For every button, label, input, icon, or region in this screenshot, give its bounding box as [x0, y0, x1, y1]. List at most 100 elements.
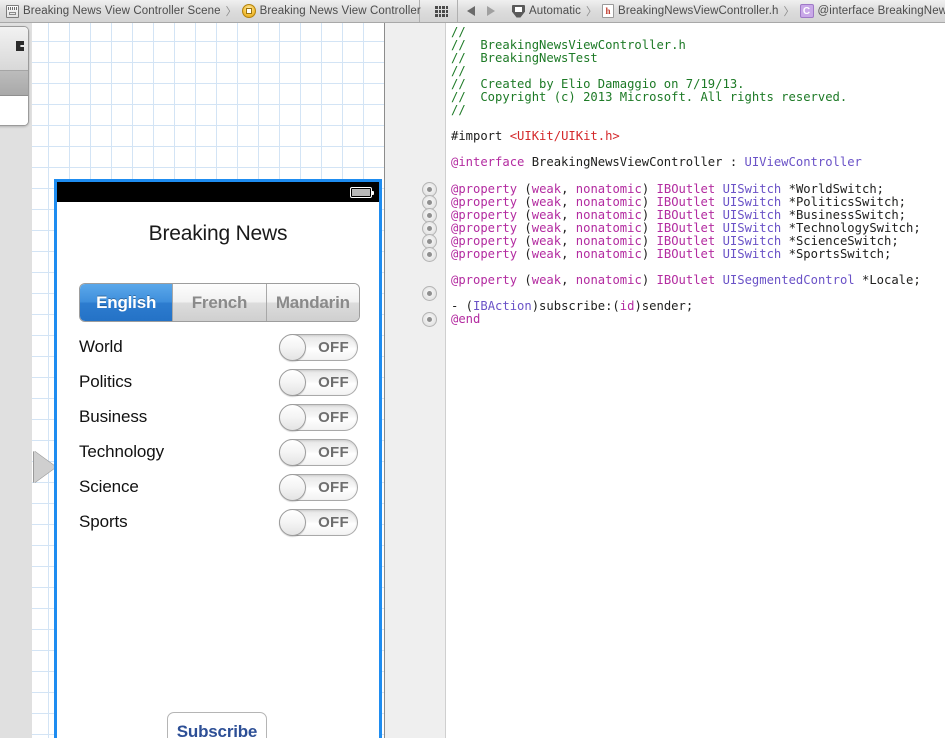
- switch-state-label: OFF: [318, 444, 349, 461]
- code-token: nonatomic: [576, 273, 642, 287]
- switch-row: Science OFF: [57, 474, 379, 509]
- code-token: *TechnologySwitch;: [781, 221, 920, 235]
- code-token: IBOutlet: [657, 208, 716, 222]
- code-token: *PoliticsSwitch;: [781, 195, 906, 209]
- scene-icon: [6, 5, 19, 18]
- jump-bar: Breaking News View Controller Scene 〉 Br…: [0, 0, 945, 23]
- code-token: @property: [451, 221, 517, 235]
- politics-switch[interactable]: OFF: [279, 369, 358, 396]
- code-token: //: [451, 25, 466, 39]
- disclosure-triangle-icon[interactable]: [34, 451, 56, 483]
- code-token: // Copyright (c) 2013 Microsoft. All rig…: [451, 90, 847, 104]
- segment-mandarin[interactable]: Mandarin: [266, 284, 359, 321]
- code-token: UISwitch: [723, 247, 782, 261]
- source-code-editor[interactable]: //// BreakingNewsViewController.h// Brea…: [446, 23, 945, 738]
- connection-marker-icon[interactable]: [422, 286, 437, 301]
- code-token: [715, 234, 722, 248]
- code-token: ): [642, 247, 657, 261]
- code-token: )sender;: [634, 299, 693, 313]
- editor-gutter: [415, 23, 446, 738]
- breadcrumb-scene-label: Breaking News View Controller Scene: [23, 5, 221, 17]
- code-line: // BreakingNewsTest: [451, 52, 945, 65]
- forward-arrow-icon[interactable]: [487, 6, 495, 16]
- code-line: #import <UIKit/UIKit.h>: [451, 130, 945, 143]
- breadcrumb-header-file-label: BreakingNewsViewController.h: [618, 5, 778, 17]
- code-token: [715, 247, 722, 261]
- interface-builder-canvas[interactable]: Breaking News English French Mandarin Wo…: [32, 23, 415, 738]
- code-token: (: [517, 234, 532, 248]
- code-line: @end: [451, 313, 945, 326]
- code-line: // Copyright (c) 2013 Microsoft. All rig…: [451, 91, 945, 104]
- code-line: @property (weak, nonatomic) IBOutlet UIS…: [451, 274, 945, 287]
- code-token: *BusinessSwitch;: [781, 208, 906, 222]
- breadcrumb-class-label: @interface BreakingNewsV: [818, 5, 945, 17]
- code-token: UISwitch: [723, 182, 782, 196]
- breadcrumb-separator: 〉: [226, 3, 237, 19]
- assistant-grid-icon[interactable]: [435, 6, 448, 17]
- connection-marker-icon[interactable]: [422, 312, 437, 327]
- switch-row-label: Technology: [79, 442, 164, 462]
- xcode-window: Breaking News View Controller Scene 〉 Br…: [0, 0, 945, 738]
- switch-row: Business OFF: [57, 404, 379, 439]
- back-arrow-icon[interactable]: [467, 6, 475, 16]
- code-token: ,: [561, 208, 576, 222]
- navigator-strip: [0, 23, 32, 738]
- code-token: (: [517, 247, 532, 261]
- code-token: //: [451, 103, 466, 117]
- code-line: @property (weak, nonatomic) IBOutlet UIS…: [451, 248, 945, 261]
- code-token: <UIKit/UIKit.h>: [510, 129, 620, 143]
- iphone-view-preview[interactable]: Breaking News English French Mandarin Wo…: [54, 179, 382, 738]
- status-bar: [57, 182, 379, 202]
- switch-row-label: Sports: [79, 512, 128, 532]
- code-token: nonatomic: [576, 208, 642, 222]
- world-switch[interactable]: OFF: [279, 334, 358, 361]
- breadcrumb-view-controller[interactable]: Breaking News View Controller: [242, 0, 421, 23]
- code-token: [715, 195, 722, 209]
- switch-row-label: World: [79, 337, 123, 357]
- code-token: (: [517, 195, 532, 209]
- code-token: UISwitch: [723, 234, 782, 248]
- switch-knob: [279, 509, 306, 536]
- code-token: [715, 273, 722, 287]
- cut-off-panel-band: [0, 71, 28, 96]
- code-token: IBOutlet: [657, 195, 716, 209]
- switch-row: Sports OFF: [57, 509, 379, 544]
- technology-switch[interactable]: OFF: [279, 439, 358, 466]
- cut-off-panel[interactable]: [0, 26, 29, 126]
- code-token: // Created by Elio Damaggio on 7/19/13.: [451, 77, 745, 91]
- code-token: nonatomic: [576, 195, 642, 209]
- breadcrumb-scene[interactable]: Breaking News View Controller Scene: [6, 0, 221, 23]
- code-token: IBOutlet: [657, 247, 716, 261]
- code-token: @property: [451, 182, 517, 196]
- code-token: ): [642, 273, 657, 287]
- code-token: @property: [451, 234, 517, 248]
- connection-marker-icon[interactable]: [422, 247, 437, 262]
- code-token: weak: [532, 221, 561, 235]
- code-token: @property: [451, 208, 517, 222]
- switch-state-label: OFF: [318, 409, 349, 426]
- breadcrumb-automatic-label: Automatic: [529, 5, 581, 17]
- code-token: @end: [451, 312, 480, 326]
- segment-english[interactable]: English: [80, 284, 172, 321]
- switch-state-label: OFF: [318, 514, 349, 531]
- subscribe-button[interactable]: Subscribe: [167, 712, 267, 738]
- switch-row-label: Business: [79, 407, 147, 427]
- business-switch[interactable]: OFF: [279, 404, 358, 431]
- segment-french[interactable]: French: [172, 284, 265, 321]
- code-token: UIViewController: [745, 155, 862, 169]
- code-token: *ScienceSwitch;: [781, 234, 898, 248]
- breadcrumb-automatic[interactable]: Automatic: [512, 0, 581, 23]
- code-token: IBOutlet: [657, 221, 716, 235]
- code-token: nonatomic: [576, 234, 642, 248]
- code-token: IBAction: [473, 299, 532, 313]
- switch-row: Technology OFF: [57, 439, 379, 474]
- switch-knob: [279, 369, 306, 396]
- sports-switch[interactable]: OFF: [279, 509, 358, 536]
- segmented-control-locale[interactable]: English French Mandarin: [79, 283, 360, 322]
- breadcrumb-header-file[interactable]: h BreakingNewsViewController.h: [602, 0, 778, 23]
- code-token: (: [517, 221, 532, 235]
- navigation-arrows: [457, 0, 504, 23]
- breadcrumb-class[interactable]: C @interface BreakingNewsV: [800, 0, 945, 23]
- science-switch[interactable]: OFF: [279, 474, 358, 501]
- jump-bar-right-segment: Automatic 〉 h BreakingNewsViewController…: [420, 0, 945, 23]
